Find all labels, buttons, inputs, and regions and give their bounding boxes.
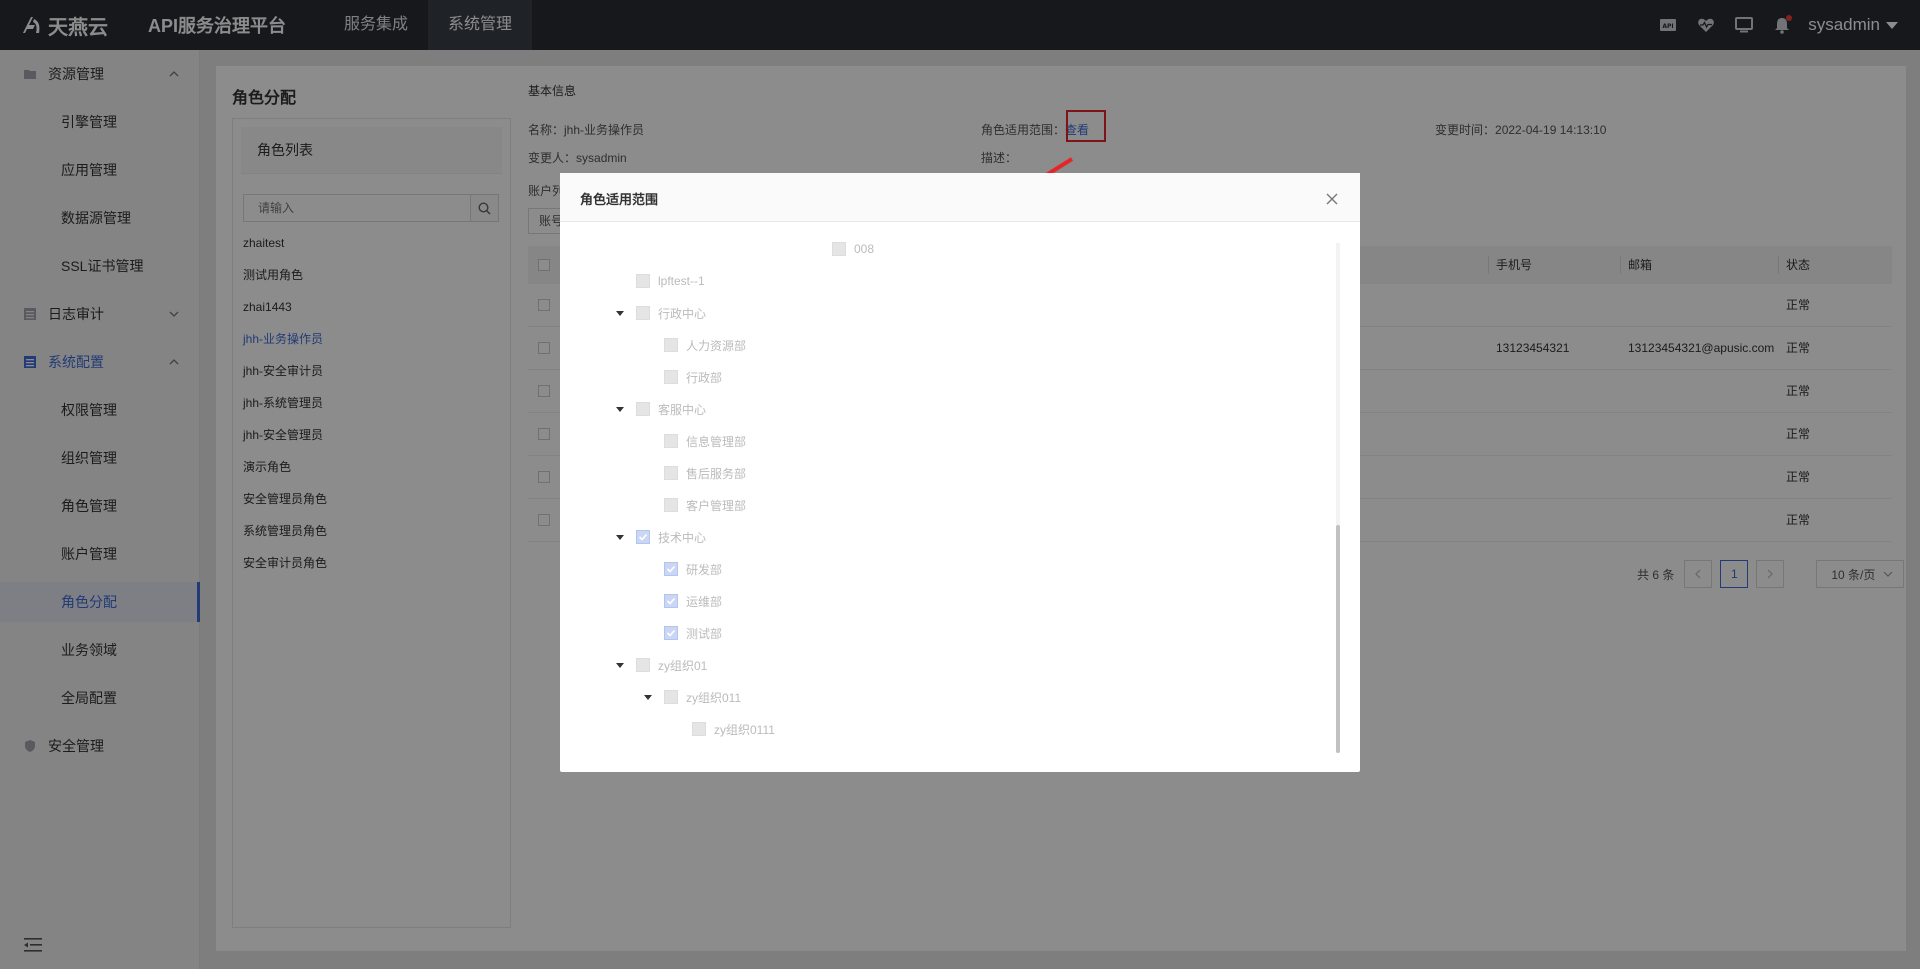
tree-node[interactable]: 运维部 (664, 591, 722, 611)
tree-node-label: 售后服务部 (686, 466, 747, 481)
caret-down-icon[interactable] (616, 535, 624, 540)
tree-node-label: zy组织011 (686, 690, 742, 705)
tree-node-label: 测试部 (686, 626, 723, 641)
tree-checkbox[interactable] (636, 402, 650, 416)
close-icon[interactable] (1326, 193, 1338, 205)
tree-checkbox[interactable] (692, 722, 706, 736)
caret-down-icon[interactable] (616, 311, 624, 316)
tree-checkbox[interactable] (636, 274, 650, 288)
tree-node-label: zy组织01 (658, 658, 708, 673)
tree-node[interactable]: 行政部 (664, 367, 722, 387)
check-icon (666, 629, 676, 637)
tree-checkbox[interactable] (664, 434, 678, 448)
tree-node-label: 运维部 (686, 594, 723, 609)
tree-node-label: 客服中心 (658, 402, 707, 417)
tree-node-label: lpftest--1 (658, 274, 705, 288)
check-icon (638, 533, 648, 541)
tree-checkbox[interactable] (664, 338, 678, 352)
tree-checkbox[interactable] (664, 466, 678, 480)
tree-node[interactable]: 行政中心 (616, 303, 707, 323)
caret-down-icon[interactable] (644, 695, 652, 700)
tree-node-label: 客户管理部 (686, 498, 747, 513)
role-scope-modal: 角色适用范围 008 lpftest--1 行政中心 人力资源部 行政部 客服中… (560, 173, 1360, 772)
caret-down-icon[interactable] (616, 663, 624, 668)
tree-node-label: 技术中心 (658, 530, 707, 545)
tree-checkbox-checked[interactable] (664, 626, 678, 640)
tree-node-label: 008 (854, 242, 875, 256)
tree-node-label: 行政部 (686, 370, 723, 385)
modal-title: 角色适用范围 (580, 192, 659, 207)
tree-node[interactable]: 客服中心 (616, 399, 707, 419)
tree-node[interactable]: lpftest--1 (636, 271, 705, 291)
tree-checkbox[interactable] (664, 690, 678, 704)
check-icon (666, 565, 676, 573)
tree-node[interactable]: 008 (832, 239, 874, 259)
tree-checkbox[interactable] (832, 242, 846, 256)
tree-node-label: zy组织0111 (714, 722, 775, 737)
tree-node[interactable]: 人力资源部 (664, 335, 746, 355)
tree-node[interactable]: 研发部 (664, 559, 722, 579)
tree-checkbox-checked[interactable] (664, 594, 678, 608)
tree-checkbox[interactable] (636, 306, 650, 320)
tree-node[interactable]: zy组织011 (644, 687, 742, 707)
tree-checkbox[interactable] (664, 370, 678, 384)
modal-header: 角色适用范围 (560, 173, 1360, 222)
tree-node[interactable]: 售后服务部 (664, 463, 746, 483)
tree-checkbox[interactable] (636, 658, 650, 672)
tree-node-label: 信息管理部 (686, 434, 747, 449)
org-tree: 008 lpftest--1 行政中心 人力资源部 行政部 客服中心 信息管理部… (560, 222, 1340, 762)
tree-node[interactable]: zy组织01 (616, 655, 708, 675)
check-icon (666, 597, 676, 605)
tree-checkbox-checked[interactable] (636, 530, 650, 544)
tree-scrollbar-thumb[interactable] (1336, 525, 1340, 753)
tree-node-label: 行政中心 (658, 306, 707, 321)
tree-node[interactable]: 客户管理部 (664, 495, 746, 515)
tree-node-label: 研发部 (686, 562, 723, 577)
tree-node[interactable]: 技术中心 (616, 527, 707, 547)
tree-checkbox-checked[interactable] (664, 562, 678, 576)
caret-down-icon[interactable] (616, 407, 624, 412)
tree-node[interactable]: 测试部 (664, 623, 722, 643)
tree-node[interactable]: zy组织0111 (692, 719, 775, 739)
tree-checkbox[interactable] (664, 498, 678, 512)
tree-node[interactable]: 信息管理部 (664, 431, 746, 451)
tree-node-label: 人力资源部 (686, 338, 747, 353)
